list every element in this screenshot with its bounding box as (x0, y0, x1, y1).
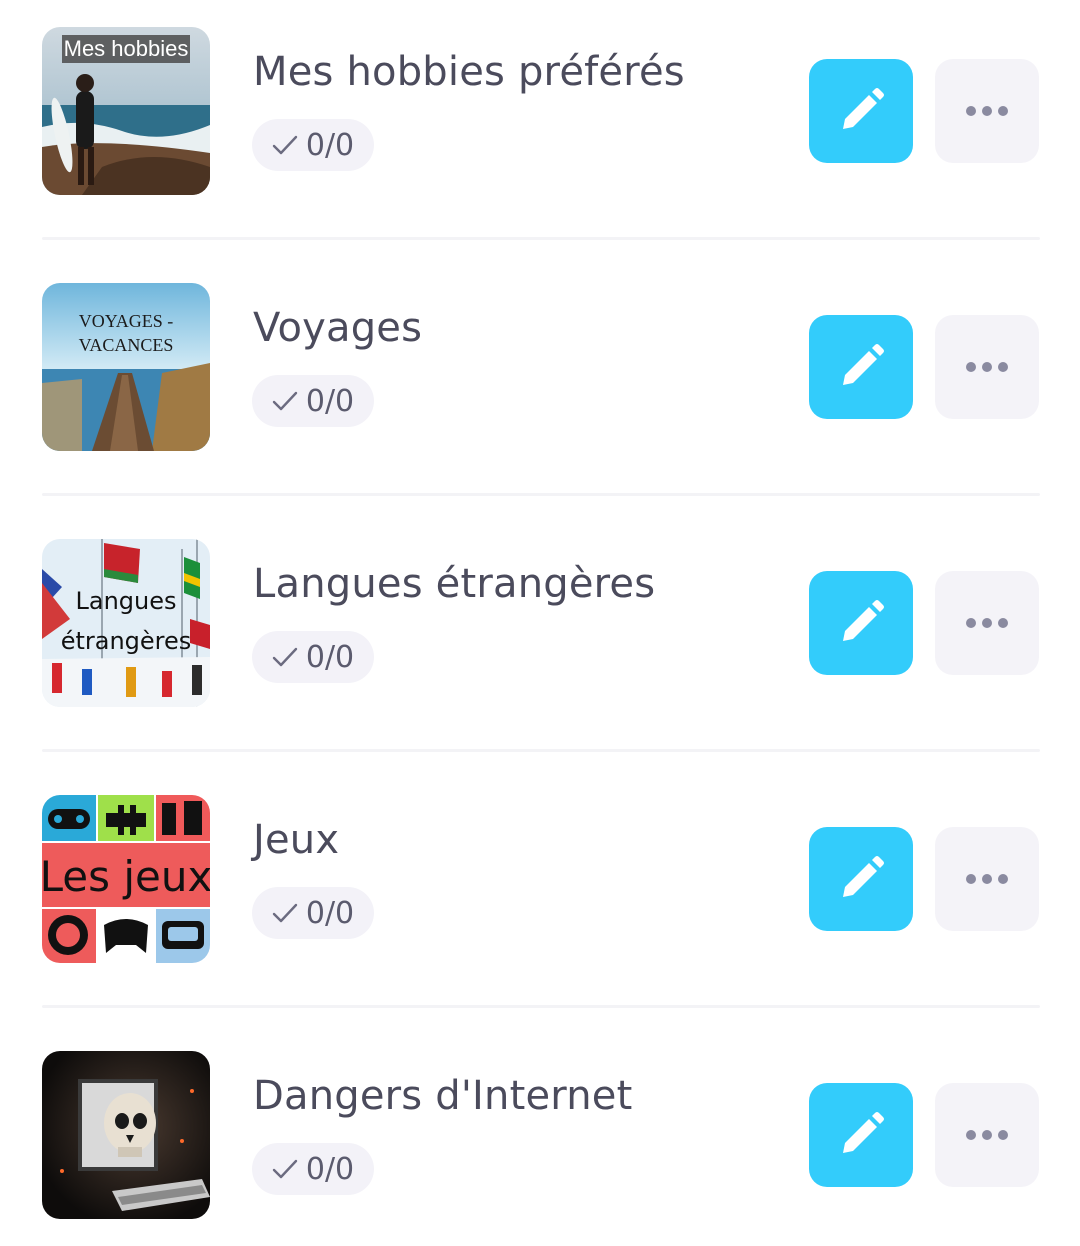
thumbnail-caption-line1: Langues (75, 587, 176, 615)
more-horizontal-icon (966, 1130, 1008, 1140)
more-horizontal-icon (966, 874, 1008, 884)
item-title: Mes hobbies préférés (253, 49, 685, 95)
divider (42, 237, 1040, 240)
check-icon (272, 903, 298, 923)
pencil-icon (843, 1112, 884, 1153)
item-title: Dangers d'Internet (253, 1073, 633, 1119)
pencil-icon (843, 600, 884, 641)
progress-badge: 0/0 (252, 631, 374, 683)
thumbnail-dangers[interactable] (42, 1051, 210, 1219)
more-options-button[interactable] (935, 315, 1039, 419)
thumbnail-jeux[interactable]: Les jeux (42, 795, 210, 963)
pencil-icon (843, 344, 884, 385)
divider (42, 493, 1040, 496)
edit-button[interactable] (809, 1083, 913, 1187)
edit-button[interactable] (809, 571, 913, 675)
more-horizontal-icon (966, 618, 1008, 628)
thumbnail-hobbies[interactable]: Mes hobbies (42, 27, 210, 195)
thumbnail-langues[interactable]: Langues étrangères (42, 539, 210, 707)
check-icon (272, 1159, 298, 1179)
more-options-button[interactable] (935, 59, 1039, 163)
topic-list: Mes hobbies Mes hobbies préférés 0/0 VOY… (0, 0, 1080, 1246)
more-options-button[interactable] (935, 1083, 1039, 1187)
item-title: Voyages (253, 305, 423, 351)
thumbnail-caption-line1: VOYAGES - (79, 311, 174, 331)
pencil-icon (843, 856, 884, 897)
progress-badge: 0/0 (252, 887, 374, 939)
progress-badge: 0/0 (252, 375, 374, 427)
progress-text: 0/0 (305, 383, 355, 419)
thumbnail-caption-line2: VACANCES (79, 335, 174, 355)
list-item[interactable]: Langues étrangères Langues étrangères 0/… (42, 539, 1040, 707)
list-item[interactable]: Mes hobbies Mes hobbies préférés 0/0 (42, 27, 1040, 195)
progress-text: 0/0 (305, 639, 355, 675)
pencil-icon (843, 88, 884, 129)
item-title: Langues étrangères (253, 561, 656, 607)
list-item[interactable]: VOYAGES - VACANCES Voyages 0/0 (42, 283, 1040, 451)
edit-button[interactable] (809, 315, 913, 419)
edit-button[interactable] (809, 59, 913, 163)
more-options-button[interactable] (935, 827, 1039, 931)
check-icon (272, 135, 298, 155)
edit-button[interactable] (809, 827, 913, 931)
progress-badge: 0/0 (252, 1143, 374, 1195)
item-title: Jeux (253, 817, 340, 863)
more-horizontal-icon (966, 362, 1008, 372)
progress-text: 0/0 (305, 895, 355, 931)
divider (42, 1005, 1040, 1008)
progress-text: 0/0 (305, 127, 355, 163)
thumbnail-caption-line2: étrangères (61, 627, 192, 655)
more-options-button[interactable] (935, 571, 1039, 675)
thumbnail-caption: Mes hobbies (64, 36, 189, 61)
list-item[interactable]: Les jeux Jeux 0/0 (42, 795, 1040, 963)
more-horizontal-icon (966, 106, 1008, 116)
list-item[interactable]: Dangers d'Internet 0/0 (42, 1051, 1040, 1219)
progress-badge: 0/0 (252, 119, 374, 171)
divider (42, 749, 1040, 752)
thumbnail-caption: Les jeux (42, 852, 210, 901)
check-icon (272, 647, 298, 667)
check-icon (272, 391, 298, 411)
thumbnail-voyages[interactable]: VOYAGES - VACANCES (42, 283, 210, 451)
progress-text: 0/0 (305, 1151, 355, 1187)
